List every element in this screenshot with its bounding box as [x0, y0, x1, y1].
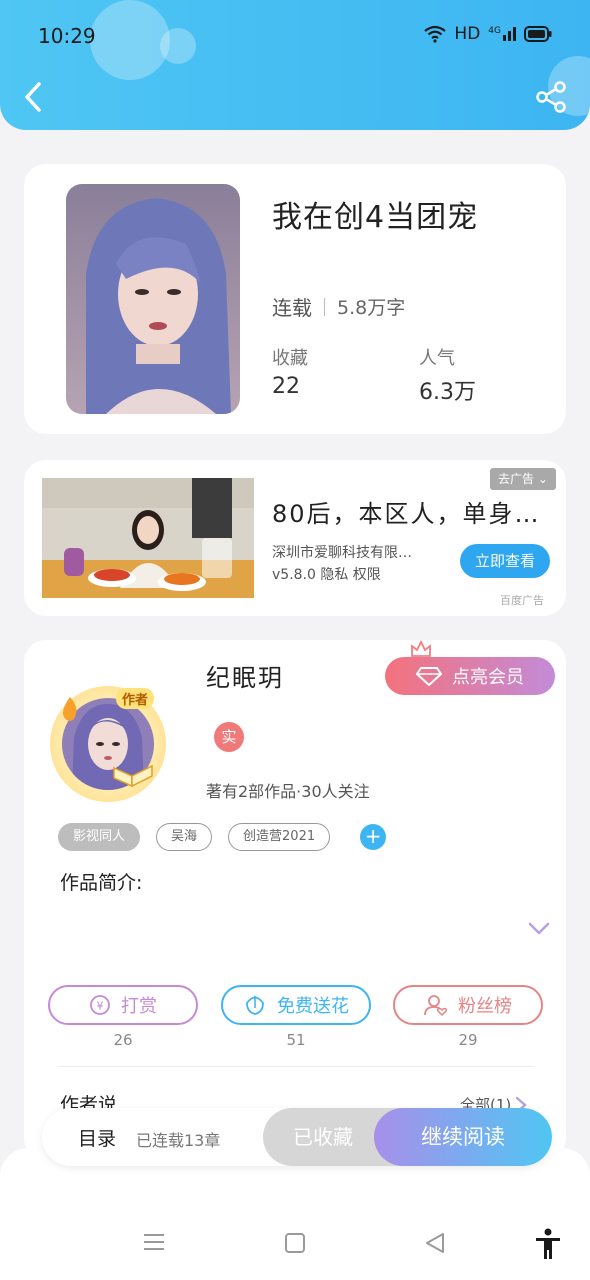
- expand-chevron-icon[interactable]: [528, 922, 550, 936]
- author-badge: 作者: [116, 688, 155, 709]
- flame-decor-icon: [63, 697, 77, 721]
- battery-icon: [524, 26, 552, 42]
- status-time: 10:29: [38, 24, 96, 48]
- popularity-value: 6.3万: [419, 380, 476, 405]
- reward-button[interactable]: ¥ 打赏: [48, 985, 198, 1025]
- book-info-card: 我在创4当团宠 连载 5.8万字 收藏 22 人气 6.3万: [24, 164, 566, 434]
- continue-reading-button[interactable]: 继续阅读: [374, 1108, 552, 1166]
- signal-label: 4G: [488, 26, 501, 36]
- remove-ad-button[interactable]: 去广告 ⌄: [490, 468, 556, 490]
- vip-button[interactable]: 点亮会员: [385, 657, 555, 695]
- author-tags: 影视同人 吴海 创造营2021 +: [58, 823, 387, 851]
- bottom-action-bar: 目录 已连载13章 已收藏 继续阅读: [42, 1108, 552, 1166]
- reward-count: 26: [113, 1031, 133, 1049]
- book-status: 连载: [272, 296, 312, 320]
- fan-ranking-button[interactable]: 粉丝榜: [393, 985, 543, 1025]
- share-button[interactable]: [534, 80, 568, 114]
- flower-icon: [246, 996, 264, 1015]
- ad-title[interactable]: 80后，本区人，单身…: [272, 494, 541, 529]
- ad-source: 百度广告: [500, 594, 544, 607]
- add-tag-button[interactable]: +: [360, 824, 387, 850]
- real-name-badge: 实: [214, 722, 244, 752]
- author-stats: 著有2部作品·30人关注: [206, 782, 370, 801]
- book-title: 我在创4当团宠: [272, 200, 479, 235]
- yuan-coin-icon: ¥: [90, 995, 110, 1015]
- author-name[interactable]: 纪眠玥: [206, 658, 284, 693]
- meta-divider: [324, 297, 325, 316]
- decor-bubble: [160, 28, 196, 64]
- back-button[interactable]: [18, 78, 52, 116]
- signal-icon: 4G: [488, 27, 516, 41]
- flower-count: 51: [286, 1031, 306, 1049]
- menu-icon[interactable]: [143, 1232, 165, 1252]
- ad-card[interactable]: 80后，本区人，单身… 深圳市爱聊科技有限… v5.8.0 隐私 权限 立即查看…: [24, 460, 566, 616]
- decor-bubble: [90, 0, 170, 80]
- toc-button[interactable]: 目录: [78, 1124, 116, 1151]
- send-flower-label: 免费送花: [277, 996, 349, 1017]
- fan-user-icon: [424, 995, 448, 1016]
- collect-value: 22: [272, 374, 300, 399]
- tag-item[interactable]: 影视同人: [58, 823, 141, 851]
- collected-label: 已收藏: [293, 1125, 353, 1149]
- book-cover-image[interactable]: [66, 184, 240, 414]
- book-word-count: 5.8万字: [337, 297, 406, 319]
- ad-version-info[interactable]: v5.8.0 隐私 权限: [272, 564, 381, 584]
- network-label: HD: [454, 24, 481, 44]
- vip-label: 点亮会员: [452, 667, 524, 688]
- ad-image[interactable]: [42, 478, 254, 598]
- author-card: 作者 纪眠玥 点亮会员 实 著有2部作品·30人关注 影视同人 吴海 创造营20…: [24, 639, 566, 1160]
- home-icon[interactable]: [284, 1232, 306, 1254]
- collect-label: 收藏: [272, 348, 308, 369]
- fan-ranking-label: 粉丝榜: [458, 996, 512, 1017]
- system-nav-bar: [0, 1148, 590, 1280]
- header-bar: 10:29 HD 4G: [0, 0, 590, 130]
- back-nav-icon[interactable]: [424, 1232, 446, 1254]
- diamond-icon: [416, 667, 442, 686]
- toc-status: 已连载13章: [136, 1131, 221, 1150]
- wifi-icon: [424, 25, 447, 43]
- remove-ad-label: 去广告: [498, 472, 535, 486]
- ad-company: 深圳市爱聊科技有限…: [272, 545, 412, 561]
- send-flower-button[interactable]: 免费送花: [221, 985, 371, 1025]
- accessibility-icon[interactable]: [534, 1228, 562, 1260]
- popularity-label: 人气: [419, 348, 455, 369]
- chevron-down-icon: ⌄: [537, 472, 548, 486]
- tag-item[interactable]: 吴海: [156, 823, 213, 851]
- tag-item[interactable]: 创造营2021: [228, 823, 331, 851]
- book-meta: 连载 5.8万字: [272, 292, 405, 321]
- status-icons: HD 4G: [424, 24, 552, 44]
- reward-label: 打赏: [121, 996, 157, 1017]
- svg-text:¥: ¥: [97, 1000, 104, 1013]
- book-decor-icon: [113, 764, 153, 788]
- divider: [58, 1066, 534, 1067]
- fan-count: 29: [458, 1031, 478, 1049]
- ad-cta-button[interactable]: 立即查看: [460, 544, 550, 578]
- intro-label: 作品简介:: [60, 872, 143, 894]
